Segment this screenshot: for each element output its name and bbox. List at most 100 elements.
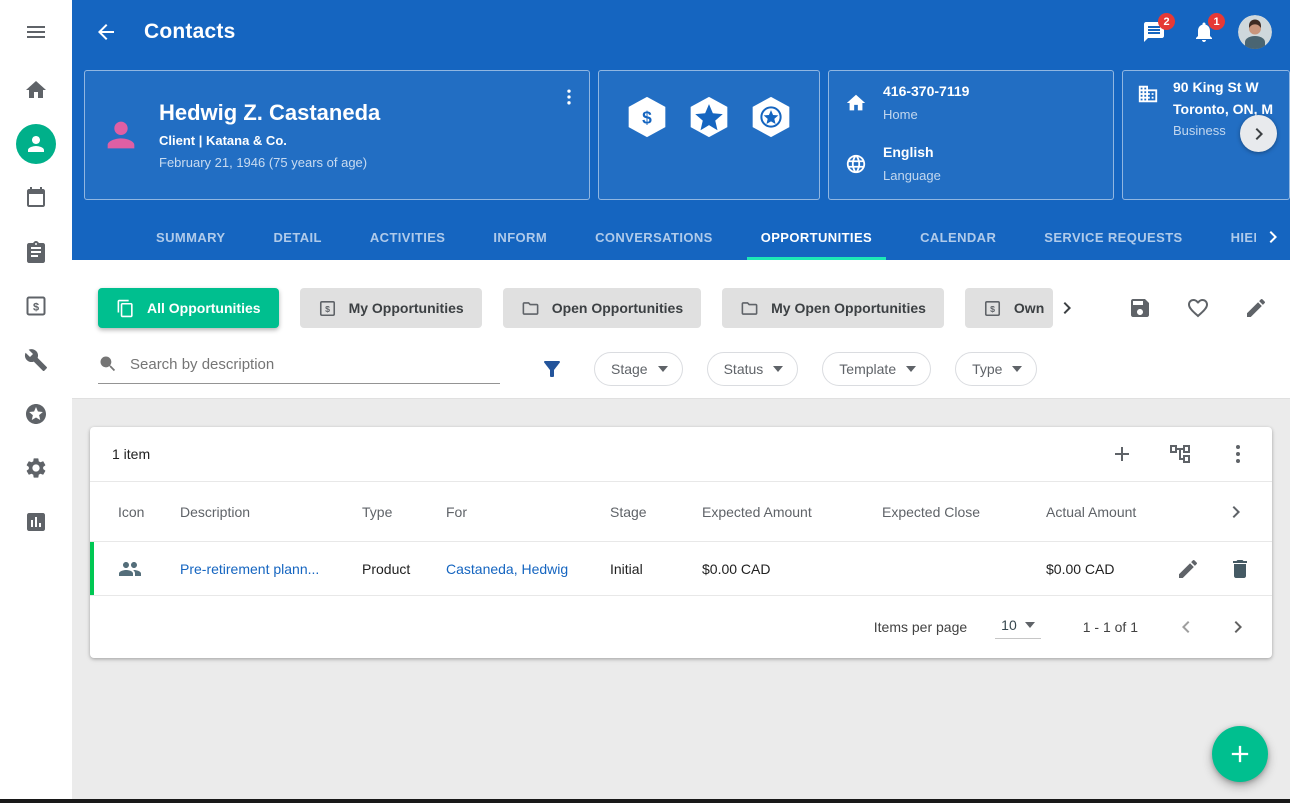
bar-chart-icon xyxy=(24,510,48,534)
user-avatar[interactable] xyxy=(1238,15,1272,49)
sidebar-nav: $ xyxy=(16,78,56,534)
col-actual-amount[interactable]: Actual Amount xyxy=(1046,504,1176,520)
sidebar-item-tasks[interactable] xyxy=(24,240,48,264)
star-hexagon-icon[interactable] xyxy=(687,95,731,139)
search-filter-row: Stage Status Template Type xyxy=(98,352,1274,386)
badges-card: $ xyxy=(598,70,820,200)
status-dropdown[interactable]: Status xyxy=(707,352,799,386)
chip-own[interactable]: $ Own xyxy=(965,288,1053,328)
invoice-icon: $ xyxy=(318,299,337,318)
type-dropdown[interactable]: Type xyxy=(955,352,1037,386)
edit-icon[interactable] xyxy=(1244,296,1268,320)
sidebar-item-contacts[interactable] xyxy=(16,124,56,164)
sidebar-item-invoices[interactable]: $ xyxy=(24,294,48,318)
trash-icon[interactable] xyxy=(1228,557,1252,581)
tab-summary[interactable]: SUMMARY xyxy=(132,214,249,260)
sidebar-item-favorites[interactable] xyxy=(24,402,48,426)
contact-tabs: SUMMARY DETAIL ACTIVITIES INFORM CONVERS… xyxy=(72,214,1290,260)
kebab-icon[interactable] xyxy=(1226,442,1250,466)
search-box[interactable] xyxy=(98,354,500,384)
invoice-icon: $ xyxy=(983,299,1002,318)
row-for-link[interactable]: Castaneda, Hedwig xyxy=(446,561,610,577)
screen-bottom-edge xyxy=(0,799,1290,803)
profile-card: Hedwig Z. Castaneda Client | Katana & Co… xyxy=(84,70,590,200)
items-per-page-label: Items per page xyxy=(874,619,967,635)
chevron-down-icon xyxy=(773,366,783,372)
sidebar-item-reports[interactable] xyxy=(24,510,48,534)
chip-my-opportunities[interactable]: $ My Opportunities xyxy=(300,288,482,328)
chevron-right-icon xyxy=(1224,500,1248,524)
svg-text:$: $ xyxy=(990,304,995,314)
table-row[interactable]: Pre-retirement plann... Product Castaned… xyxy=(90,542,1272,596)
dollar-hexagon-icon[interactable]: $ xyxy=(625,95,669,139)
tab-service-requests[interactable]: SERVICE REQUESTS xyxy=(1020,214,1206,260)
columns-scroll-right-button[interactable] xyxy=(1176,500,1272,524)
star-badge-hexagon-icon[interactable] xyxy=(749,95,793,139)
col-expected-close[interactable]: Expected Close xyxy=(882,504,1046,520)
sidebar-item-home[interactable] xyxy=(24,78,48,102)
sidebar-item-calendar[interactable] xyxy=(24,186,48,210)
phone-label: Home xyxy=(883,107,969,122)
language-label: Language xyxy=(883,168,941,183)
folder-icon xyxy=(521,299,540,318)
folder-icon xyxy=(740,299,759,318)
filter-funnel-button[interactable] xyxy=(540,357,564,381)
hamburger-menu-icon[interactable] xyxy=(24,20,48,44)
clipboard-icon xyxy=(24,240,48,264)
chevron-right-icon[interactable] xyxy=(1226,615,1250,639)
col-type[interactable]: Type xyxy=(362,504,446,520)
tabs-scroll-right-button[interactable] xyxy=(1256,214,1290,260)
tab-detail[interactable]: DETAIL xyxy=(249,214,345,260)
notifications-badge: 1 xyxy=(1208,13,1225,30)
back-button[interactable] xyxy=(94,20,118,44)
header-cards-next-button[interactable] xyxy=(1240,115,1277,152)
globe-icon xyxy=(845,153,867,175)
svg-text:$: $ xyxy=(33,302,39,314)
chip-open-opportunities[interactable]: Open Opportunities xyxy=(503,288,701,328)
sidebar-item-tools[interactable] xyxy=(24,348,48,372)
chip-my-open-opportunities[interactable]: My Open Opportunities xyxy=(722,288,944,328)
stage-dropdown[interactable]: Stage xyxy=(594,352,683,386)
add-icon[interactable] xyxy=(1110,442,1134,466)
row-description-link[interactable]: Pre-retirement plann... xyxy=(180,561,362,577)
save-icon[interactable] xyxy=(1128,296,1152,320)
svg-text:$: $ xyxy=(642,107,652,127)
profile-menu-button[interactable] xyxy=(559,87,579,107)
content-area: 1 item Icon Description Type For Stage E… xyxy=(72,399,1290,803)
messages-button[interactable]: 2 xyxy=(1142,20,1166,44)
heart-icon[interactable] xyxy=(1186,296,1210,320)
item-count: 1 item xyxy=(112,446,150,462)
chevron-left-icon[interactable] xyxy=(1174,615,1198,639)
add-opportunity-fab[interactable] xyxy=(1212,726,1268,782)
language-value: English xyxy=(883,144,941,160)
tab-activities[interactable]: ACTIVITIES xyxy=(346,214,470,260)
chips-scroll-right-button[interactable] xyxy=(1055,296,1079,320)
stack-icon xyxy=(116,299,135,318)
tab-inform[interactable]: INFORM xyxy=(469,214,571,260)
col-icon[interactable]: Icon xyxy=(90,504,180,520)
address-line1: 90 King St W xyxy=(1173,79,1273,95)
phone-row: 416-370-7119 Home xyxy=(845,83,1097,122)
search-input[interactable] xyxy=(130,356,500,373)
profile-text: Hedwig Z. Castaneda Client | Katana & Co… xyxy=(159,100,380,170)
tab-calendar[interactable]: CALENDAR xyxy=(896,214,1020,260)
col-for[interactable]: For xyxy=(446,504,610,520)
tab-opportunities[interactable]: OPPORTUNITIES xyxy=(737,214,896,260)
page-size-select[interactable]: 10 xyxy=(995,615,1041,639)
col-description[interactable]: Description xyxy=(180,504,362,520)
tab-conversations[interactable]: CONVERSATIONS xyxy=(571,214,737,260)
arrow-back-icon xyxy=(94,20,118,44)
sidebar-item-settings[interactable] xyxy=(24,456,48,480)
kebab-icon xyxy=(559,87,579,107)
chip-all-opportunities[interactable]: All Opportunities xyxy=(98,288,279,328)
edit-icon[interactable] xyxy=(1176,557,1200,581)
template-dropdown[interactable]: Template xyxy=(822,352,931,386)
row-stage: Initial xyxy=(610,561,702,577)
col-expected-amount[interactable]: Expected Amount xyxy=(702,504,882,520)
home-icon xyxy=(845,92,867,114)
hierarchy-icon[interactable] xyxy=(1168,442,1192,466)
table-header-row: Icon Description Type For Stage Expected… xyxy=(90,482,1272,542)
col-stage[interactable]: Stage xyxy=(610,504,702,520)
notifications-button[interactable]: 1 xyxy=(1192,20,1216,44)
chevron-down-icon xyxy=(1025,622,1035,628)
